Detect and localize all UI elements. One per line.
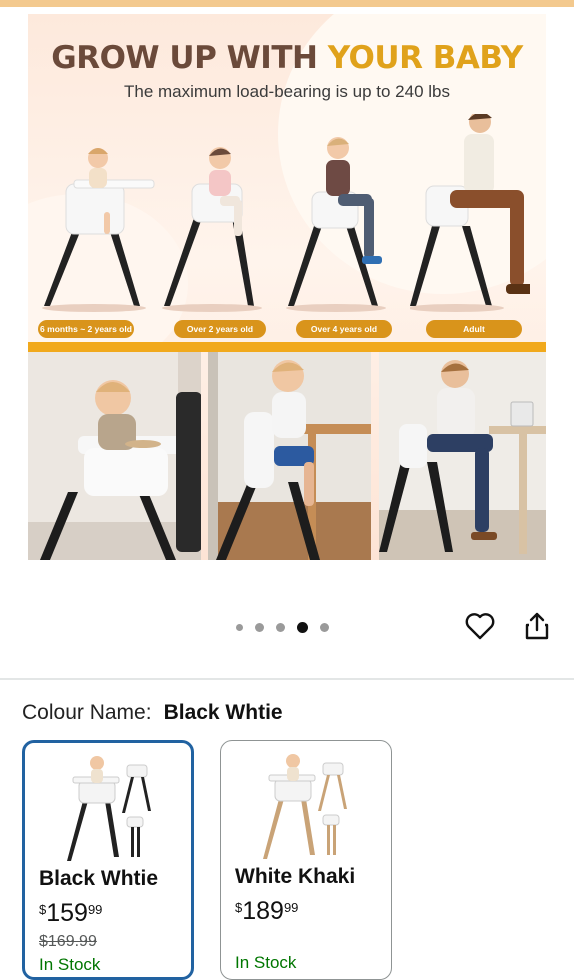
lifestyle-photo-baby [28,352,201,560]
carousel-dot-5[interactable] [320,623,329,632]
price-currency: $ [235,900,243,915]
carousel-dot-1[interactable] [236,624,243,631]
swatch-thumbnail-khaki [263,749,353,859]
heart-icon [465,612,495,645]
list-price: $169.99 [39,933,97,950]
carousel-dot-2[interactable] [255,623,264,632]
divider-strip [28,342,546,352]
price-fraction: 99 [87,902,103,917]
age-label-stage-3: Over 4 years old [296,320,392,338]
price-whole: 189 [242,897,284,925]
lifestyle-photo-child [208,352,371,560]
hero-subtitle: The maximum load-bearing is up to 240 lb… [124,82,450,101]
age-label-stage-4: Adult [426,320,522,338]
stock-status: In Stock [39,955,101,974]
hero-title-part2: YOUR BABY [327,40,524,76]
age-label-stage-1: 6 months ~ 2 years old [38,320,134,338]
colour-option-white-khaki[interactable]: White Khaki $18999 In Stock [220,740,392,980]
carousel-dot-4-active[interactable] [297,622,308,633]
section-divider [0,678,574,680]
favorite-button[interactable] [464,612,496,644]
price-fraction: 99 [283,900,299,915]
swatch-price: $18999 [235,897,298,926]
product-main-image[interactable]: GROW UP WITH YOUR BABY The maximum load-… [28,14,546,560]
carousel-dot-3[interactable] [276,623,285,632]
price-whole: 159 [46,899,88,927]
swatch-name: White Khaki [235,865,356,888]
carousel-indicator[interactable] [236,622,329,633]
hero-title-part1: GROW UP WITH [51,40,328,76]
lifestyle-photo-adult [379,352,546,560]
age-label-stage-2: Over 2 years old [174,320,266,338]
colour-label: Colour Name: [22,701,152,724]
colour-option-black-white[interactable]: Black Whtie $15999 $169.99 In Stock [22,740,194,980]
stock-status: In Stock [235,953,297,972]
swatch-price: $15999 [39,899,102,928]
share-icon [524,611,550,646]
swatch-thumbnail-black [67,751,157,861]
colour-name-row: Colour Name: Black Whtie [22,701,283,725]
stage-illustration-adult [408,111,534,314]
stage-illustration-child [286,114,406,314]
top-accent-bar [0,0,574,7]
swatch-name: Black Whtie [39,867,159,890]
stage-illustration-baby [36,114,156,314]
stage-illustration-toddler [162,114,282,314]
price-currency: $ [39,902,47,917]
colour-selected-value: Black Whtie [163,701,283,724]
hero-title: GROW UP WITH YOUR BABY [28,40,546,76]
share-button[interactable] [521,612,553,644]
